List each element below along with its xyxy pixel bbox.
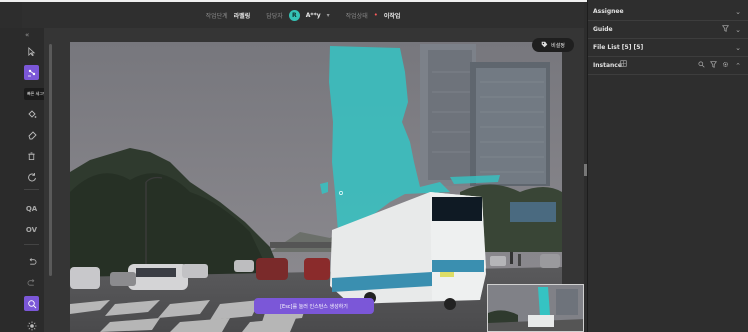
tag-button-label: 비설정 <box>551 42 565 49</box>
eraser-icon[interactable] <box>24 127 39 142</box>
double-chevron-left-icon[interactable]: « <box>25 31 29 39</box>
right-panel: Assignee ⌄ Guide ⌄ File List [5] [5] ⌄ I… <box>587 0 748 332</box>
toolbar-divider <box>24 244 39 245</box>
status-label: 작업상태 <box>345 12 368 20</box>
chevron-down-icon[interactable]: ⌄ <box>735 26 741 34</box>
file-list-section[interactable]: File List [5] [5] ⌄ <box>588 39 748 57</box>
worker-name[interactable]: A**y <box>306 12 321 19</box>
file-list-label: File List [5] [5] <box>593 44 644 51</box>
task-header: 작업단계 라벨링 담당자 R A**y ▾ 작업상태 • 이작업 <box>22 2 584 28</box>
status-value: 이작업 <box>383 12 401 20</box>
grid-icon <box>620 60 627 69</box>
paint-bucket-icon[interactable] <box>24 106 39 121</box>
instance-label: Instance <box>593 62 622 69</box>
filter-icon[interactable] <box>710 61 717 70</box>
undo-icon[interactable] <box>24 254 39 269</box>
instance-section[interactable]: Instance ⌃ <box>588 57 748 75</box>
search-icon[interactable] <box>698 61 705 70</box>
redo-icon[interactable] <box>24 275 39 290</box>
qa-button[interactable]: QA <box>24 201 39 216</box>
vertical-scrollbar[interactable] <box>49 44 52 276</box>
tag-icon <box>541 41 548 50</box>
gear-icon[interactable] <box>722 61 729 70</box>
chevron-down-icon[interactable]: ⌄ <box>735 44 741 52</box>
assignee-label: Assignee <box>593 8 624 15</box>
zoom-icon[interactable] <box>24 296 39 311</box>
chevron-down-icon[interactable]: ▾ <box>327 12 330 19</box>
filter-icon[interactable] <box>722 25 729 34</box>
trash-icon[interactable] <box>24 148 39 163</box>
chevron-down-icon[interactable]: ⌄ <box>735 8 741 16</box>
minimap-preview <box>488 285 583 331</box>
ov-button[interactable]: OV <box>24 222 39 237</box>
instance-hint-banner: [Esc]를 눌러 인스턴스 생성하기 <box>254 298 374 314</box>
toolbar-divider <box>24 189 39 190</box>
task-stage-value: 라벨링 <box>233 12 251 20</box>
status-dot-icon: • <box>373 11 378 19</box>
minimap[interactable] <box>487 284 584 332</box>
task-stage-label: 작업단계 <box>205 12 228 20</box>
cursor-arrow-icon[interactable] <box>24 44 39 59</box>
assignee-section[interactable]: Assignee ⌄ <box>588 3 748 21</box>
worker-avatar: R <box>288 9 300 21</box>
guide-label: Guide <box>593 26 613 33</box>
chevron-up-icon[interactable]: ⌃ <box>735 62 741 70</box>
tool-sidebar: « 빠른 세그멘트 QA OV <box>0 28 62 332</box>
guide-section[interactable]: Guide ⌄ <box>588 21 748 39</box>
tag-button[interactable]: 비설정 <box>532 38 574 52</box>
sun-icon[interactable] <box>24 318 39 332</box>
app-window: 작업단계 라벨링 담당자 R A**y ▾ 작업상태 • 이작업 « 빠른 세그… <box>0 0 748 332</box>
worker-label: 담당자 <box>266 12 283 20</box>
magic-segment-icon[interactable] <box>24 65 39 80</box>
rotate-icon[interactable] <box>24 169 39 184</box>
